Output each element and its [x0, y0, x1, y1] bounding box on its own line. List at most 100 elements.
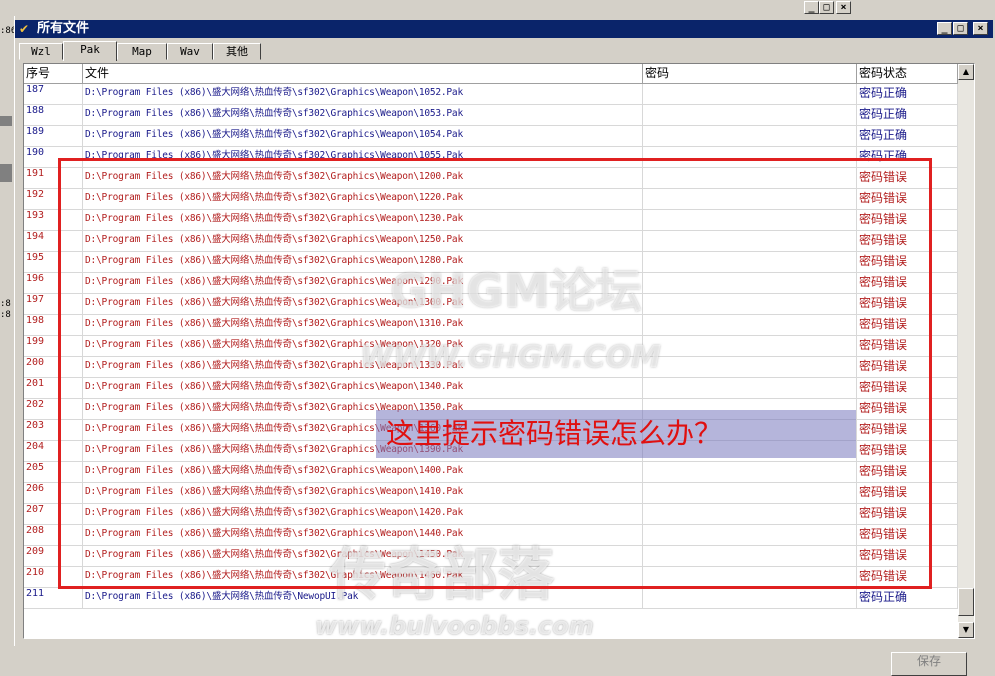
table-row[interactable]: 188 D:\Program Files (x86)\盛大网络\热血传奇\sf30… — [24, 105, 958, 126]
bg-minimize-button[interactable]: _ — [804, 1, 819, 14]
window-title: 所有文件 — [37, 21, 90, 36]
row-file-path: D:\Program Files (x86)\盛大网络\热血传奇\sf302\G… — [83, 189, 643, 210]
table-row[interactable]: 196 D:\Program Files (x86)\盛大网络\热血传奇\sf30… — [24, 273, 958, 294]
scroll-up-button[interactable]: ▲ — [958, 64, 974, 80]
row-index: 206 — [24, 483, 83, 504]
row-file-path: D:\Program Files (x86)\盛大网络\热血传奇\sf302\G… — [83, 357, 643, 378]
row-password-status: 密码错误 — [857, 210, 958, 231]
bg-maximize-button[interactable]: □ — [819, 1, 834, 14]
table-row[interactable]: 191 D:\Program Files (x86)\盛大网络\热血传奇\sf30… — [24, 168, 958, 189]
row-password — [643, 357, 857, 378]
row-index: 196 — [24, 273, 83, 294]
table-row[interactable]: 209 D:\Program Files (x86)\盛大网络\热血传奇\sf30… — [24, 546, 958, 567]
tab-map[interactable]: Map — [117, 43, 167, 60]
table-row[interactable]: 211 D:\Program Files (x86)\盛大网络\热血传奇\Newo… — [24, 588, 958, 609]
row-password-status: 密码错误 — [857, 357, 958, 378]
table-row[interactable]: 189 D:\Program Files (x86)\盛大网络\热血传奇\sf30… — [24, 126, 958, 147]
row-index: 192 — [24, 189, 83, 210]
table-row[interactable]: 200 D:\Program Files (x86)\盛大网络\热血传奇\sf30… — [24, 357, 958, 378]
table-row[interactable]: 194 D:\Program Files (x86)\盛大网络\热血传奇\sf30… — [24, 231, 958, 252]
row-password-status: 密码错误 — [857, 525, 958, 546]
row-password — [643, 525, 857, 546]
bg-text-fragment: :8 — [0, 299, 11, 309]
row-password-status: 密码错误 — [857, 336, 958, 357]
column-header-status[interactable]: 密码状态 — [857, 64, 958, 84]
row-index: 211 — [24, 588, 83, 609]
row-password-status: 密码错误 — [857, 504, 958, 525]
row-password — [643, 231, 857, 252]
column-header-password[interactable]: 密码 — [643, 64, 857, 84]
row-password — [643, 168, 857, 189]
table-row[interactable]: 199 D:\Program Files (x86)\盛大网络\热血传奇\sf30… — [24, 336, 958, 357]
row-password — [643, 294, 857, 315]
row-password — [643, 147, 857, 168]
row-password-status: 密码错误 — [857, 189, 958, 210]
row-index: 209 — [24, 546, 83, 567]
row-index: 202 — [24, 399, 83, 420]
save-button[interactable]: 保存 — [891, 652, 967, 676]
minimize-button[interactable]: _ — [937, 22, 952, 35]
table-row[interactable]: 208 D:\Program Files (x86)\盛大网络\热血传奇\sf30… — [24, 525, 958, 546]
row-password-status: 密码错误 — [857, 294, 958, 315]
scroll-thumb[interactable] — [958, 588, 974, 616]
column-header-file[interactable]: 文件 — [83, 64, 643, 84]
row-password — [643, 273, 857, 294]
row-password — [643, 483, 857, 504]
tab-wzl[interactable]: Wzl — [19, 43, 63, 60]
table-row[interactable]: 193 D:\Program Files (x86)\盛大网络\热血传奇\sf30… — [24, 210, 958, 231]
close-button[interactable]: × — [973, 22, 988, 35]
row-password-status: 密码正确 — [857, 147, 958, 168]
table-row[interactable]: 192 D:\Program Files (x86)\盛大网络\热血传奇\sf30… — [24, 189, 958, 210]
row-password — [643, 315, 857, 336]
row-password-status: 密码正确 — [857, 84, 958, 105]
row-file-path: D:\Program Files (x86)\盛大网络\热血传奇\sf302\G… — [83, 231, 643, 252]
title-bar[interactable]: ✔ 所有文件 _ □ × — [15, 20, 993, 38]
row-index: 195 — [24, 252, 83, 273]
row-password — [643, 210, 857, 231]
table-row[interactable]: 205 D:\Program Files (x86)\盛大网络\热血传奇\sf30… — [24, 462, 958, 483]
bg-close-button[interactable]: × — [836, 1, 851, 14]
row-password-status: 密码错误 — [857, 273, 958, 294]
row-password — [643, 252, 857, 273]
table-row[interactable]: 190 D:\Program Files (x86)\盛大网络\热血传奇\sf30… — [24, 147, 958, 168]
tab-other[interactable]: 其他 — [213, 43, 261, 60]
table-row[interactable]: 201 D:\Program Files (x86)\盛大网络\热血传奇\sf30… — [24, 378, 958, 399]
row-index: 205 — [24, 462, 83, 483]
maximize-button[interactable]: □ — [953, 22, 968, 35]
row-password — [643, 588, 857, 609]
row-index: 201 — [24, 378, 83, 399]
table-row[interactable]: 198 D:\Program Files (x86)\盛大网络\热血传奇\sf30… — [24, 315, 958, 336]
row-password — [643, 378, 857, 399]
row-index: 198 — [24, 315, 83, 336]
row-file-path: D:\Program Files (x86)\盛大网络\热血传奇\sf302\G… — [83, 252, 643, 273]
table-row[interactable]: 195 D:\Program Files (x86)\盛大网络\热血传奇\sf30… — [24, 252, 958, 273]
table-row[interactable]: 197 D:\Program Files (x86)\盛大网络\热血传奇\sf30… — [24, 294, 958, 315]
row-file-path: D:\Program Files (x86)\盛大网络\热血传奇\sf302\G… — [83, 105, 643, 126]
column-header-index[interactable]: 序号 — [24, 64, 83, 84]
row-file-path: D:\Program Files (x86)\盛大网络\热血传奇\sf302\G… — [83, 378, 643, 399]
row-file-path: D:\Program Files (x86)\盛大网络\热血传奇\sf302\G… — [83, 315, 643, 336]
row-file-path: D:\Program Files (x86)\盛大网络\热血传奇\sf302\G… — [83, 126, 643, 147]
table-row[interactable]: 206 D:\Program Files (x86)\盛大网络\热血传奇\sf30… — [24, 483, 958, 504]
row-index: 197 — [24, 294, 83, 315]
tab-pak[interactable]: Pak — [63, 41, 117, 61]
row-file-path: D:\Program Files (x86)\盛大网络\热血传奇\sf302\G… — [83, 84, 643, 105]
table-row[interactable]: 187 D:\Program Files (x86)\盛大网络\热血传奇\sf30… — [24, 84, 958, 105]
row-index: 199 — [24, 336, 83, 357]
row-index: 188 — [24, 105, 83, 126]
row-password — [643, 567, 857, 588]
all-files-window: ✔ 所有文件 _ □ × Wzl Pak Map Wav 其他 序号 文件 密码… — [14, 16, 995, 676]
row-index: 193 — [24, 210, 83, 231]
row-file-path: D:\Program Files (x86)\盛大网络\热血传奇\sf302\G… — [83, 294, 643, 315]
row-file-path: D:\Program Files (x86)\盛大网络\热血传奇\sf302\G… — [83, 483, 643, 504]
table-row[interactable]: 210 D:\Program Files (x86)\盛大网络\热血传奇\sf30… — [24, 567, 958, 588]
row-password-status: 密码错误 — [857, 567, 958, 588]
scroll-down-button[interactable]: ▼ — [958, 622, 974, 638]
row-password-status: 密码错误 — [857, 546, 958, 567]
row-index: 207 — [24, 504, 83, 525]
table-row[interactable]: 207 D:\Program Files (x86)\盛大网络\热血传奇\sf30… — [24, 504, 958, 525]
row-password-status: 密码错误 — [857, 420, 958, 441]
tab-wav[interactable]: Wav — [167, 43, 213, 60]
row-index: 200 — [24, 357, 83, 378]
vertical-scrollbar[interactable]: ▲ ▼ — [958, 64, 974, 638]
